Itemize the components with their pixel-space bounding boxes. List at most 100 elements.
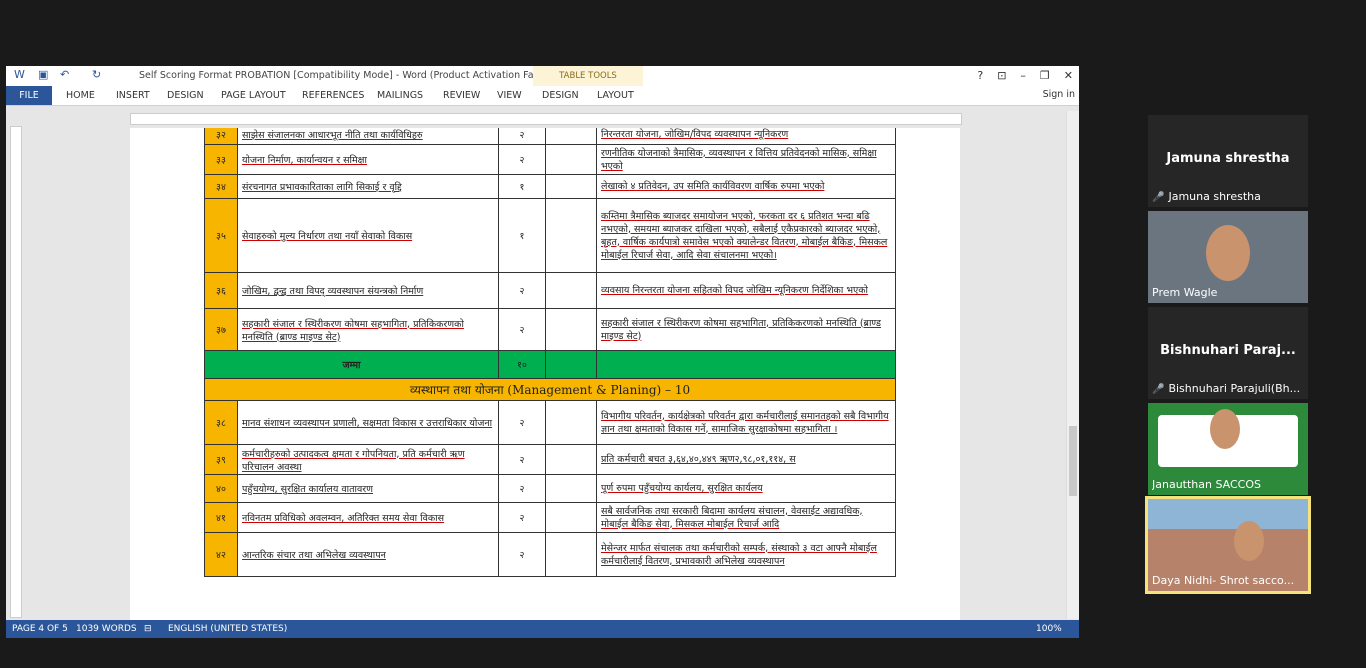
row-criterion: आन्तरिक संचार तथा अभिलेख व्यवस्थापन [237,532,499,577]
row-score: १ [498,198,546,273]
vertical-ruler[interactable] [10,126,22,618]
sky-background [1148,499,1308,529]
row-score-text: १ [519,231,525,242]
help-icon[interactable]: ? [977,69,983,82]
save-icon[interactable]: ▣ [38,68,48,81]
total-value: १० [498,350,546,379]
row-note-text: मेसेन्जर मार्फत संचालक तथा कर्मचारीको सम… [601,542,877,567]
participant-tile[interactable]: Prem Wagle [1148,211,1308,303]
row-criterion: साझेस संजालनका आधारभूत नीति तथा कार्यविध… [237,128,499,145]
row-criterion-text: सहकारी संजाल र स्थिरीकरण कोषमा सहभागिता,… [242,318,464,343]
row-score-text: २ [519,325,525,336]
redo-icon[interactable]: ↻ [92,68,101,81]
row-score: २ [498,532,546,577]
row-note-text: व्यवसाय निरन्तरता योजना सहितको विपद जोखि… [601,285,869,296]
row-criterion-text: पहुँचयोग्य, सुरक्षित कार्यालय वातावरण [242,484,374,495]
participant-tile[interactable]: Daya Nidhi- Shrot sacco... [1145,496,1311,594]
row-score: १ [498,174,546,199]
row-criterion: पहुँचयोग्य, सुरक्षित कार्यालय वातावरण [237,474,499,503]
tab-view[interactable]: VIEW [497,90,522,101]
row-number-text: ३६ [216,286,226,297]
table-row: ३२ साझेस संजालनका आधारभूत नीति तथा कार्यव… [204,128,896,145]
row-note: सबै सार्वजनिक तथा सरकारी बिदामा कार्यलय … [596,502,896,533]
row-number: ३३ [204,144,238,175]
participant-label: Prem Wagle [1152,286,1302,299]
table-row: ३९ कर्मचारीहरुको उत्पादकत्व क्षमता र गोपन… [204,444,896,475]
table-row: ३६ जोखिम, द्वन्द्व तथा विपद् व्यवस्थापन स… [204,272,896,309]
restore-icon[interactable]: ❐ [1040,69,1050,82]
tab-mailings[interactable]: MAILINGS [377,90,423,101]
tab-table-design[interactable]: DESIGN [542,90,579,101]
row-score-text: २ [519,455,525,466]
tab-home[interactable]: HOME [66,90,95,101]
row-number-text: ३२ [216,130,226,141]
row-criterion: नविनतम प्रविधिको अवलम्वन, अतिरिक्त समय स… [237,502,499,533]
total-empty [545,350,597,379]
ribbon-display-icon[interactable]: ⊡ [997,69,1006,82]
row-score-text: २ [519,286,525,297]
row-number: ४० [204,474,238,503]
row-criterion-text: संरचनागत प्रभावकारिताका लागि सिकाई र वृद… [242,182,402,193]
tab-review[interactable]: REVIEW [443,90,480,101]
row-score-text: २ [519,484,525,495]
close-icon[interactable]: ✕ [1064,69,1073,82]
row-note-text: पूर्ण रुपमा पहुँचयोग्य कार्यलय, सुरक्षित… [601,483,763,494]
total-row: जम्मा १० [204,350,896,379]
tab-references[interactable]: REFERENCES [302,90,364,101]
participant-video [1234,521,1264,561]
table-row: ४२ आन्तरिक संचार तथा अभिलेख व्यवस्थापन २ मे… [204,532,896,577]
word-count[interactable]: 1039 WORDS [76,624,137,634]
row-empty [545,308,597,351]
table-row: ४० पहुँचयोग्य, सुरक्षित कार्यालय वातावरण २… [204,474,896,503]
page-indicator[interactable]: PAGE 4 OF 5 [12,624,68,634]
language-indicator[interactable]: ENGLISH (UNITED STATES) [168,624,287,634]
tab-file[interactable]: FILE [6,86,52,105]
ribbon-tabs: FILE HOME INSERT DESIGN PAGE LAYOUT REFE… [6,86,1079,106]
row-criterion-text: योजना निर्माण, कार्यान्वयन र समिक्षा [242,155,367,166]
section-heading: व्यस्थापन तथा योजना (Management & Planin… [204,378,896,401]
row-number-text: ४० [216,484,226,495]
participant-label-text: Janautthan SACCOS [1152,478,1261,491]
row-number-text: ३३ [216,155,226,166]
minimize-icon[interactable]: – [1020,69,1026,82]
row-empty [545,532,597,577]
row-number-text: ३७ [216,325,226,336]
participant-label: 🎤 Bishnuhari Parajuli(Bh... [1152,382,1302,395]
row-number: ३४ [204,174,238,199]
row-criterion: सहकारी संजाल र स्थिरीकरण कोषमा सहभागिता,… [237,308,499,351]
tab-table-layout[interactable]: LAYOUT [597,90,634,101]
tab-page-layout[interactable]: PAGE LAYOUT [221,90,286,101]
tab-design[interactable]: DESIGN [167,90,204,101]
row-note-text: कम्तिमा त्रैमासिक ब्याजदर समायोजन भएको, … [601,210,888,261]
participant-label-text: Daya Nidhi- Shrot sacco... [1152,574,1295,587]
scrollbar-thumb[interactable] [1069,426,1077,496]
row-score-text: २ [519,550,525,561]
participant-label: 🎤 Jamuna shrestha [1152,190,1302,203]
score-table: ३२ साझेस संजालनका आधारभूत नीति तथा कार्यव… [204,128,896,577]
undo-icon[interactable]: ↶ [60,68,69,81]
total-label: जम्मा [204,350,499,379]
sign-in-link[interactable]: Sign in [1043,89,1075,100]
table-tools-label: TABLE TOOLS [533,66,643,86]
zoom-level[interactable]: 100% [1036,624,1062,634]
row-empty [545,474,597,503]
proofing-icon[interactable]: ⊟ [144,624,152,634]
table-row: ३४ संरचनागत प्रभावकारिताका लागि सिकाई र व… [204,174,896,199]
document-page[interactable]: ३२ साझेस संजालनका आधारभूत नीति तथा कार्यव… [130,128,960,622]
row-number: ३९ [204,444,238,475]
participant-label: Janautthan SACCOS [1152,478,1302,491]
vertical-scrollbar[interactable] [1066,111,1079,619]
tab-insert[interactable]: INSERT [116,90,150,101]
participant-tile[interactable]: Janautthan SACCOS [1148,403,1308,495]
table-row: ३८ मानव संशाधन व्यवस्थापन प्रणाली, सक्षमत… [204,400,896,445]
participant-tile[interactable]: Jamuna shrestha 🎤 Jamuna shrestha [1148,115,1308,207]
row-number: ४१ [204,502,238,533]
row-empty [545,444,597,475]
participant-label-text: Bishnuhari Parajuli(Bh... [1168,382,1301,395]
row-number: ३८ [204,400,238,445]
horizontal-ruler[interactable] [130,113,962,125]
participant-tile[interactable]: Bishnuhari Paraj... 🎤 Bishnuhari Parajuli(… [1148,307,1308,399]
row-score-text: १ [519,182,525,193]
status-bar: PAGE 4 OF 5 1039 WORDS ⊟ ENGLISH (UNITED… [6,620,1079,638]
row-note-text: सबै सार्वजनिक तथा सरकारी बिदामा कार्यलय … [601,505,863,530]
